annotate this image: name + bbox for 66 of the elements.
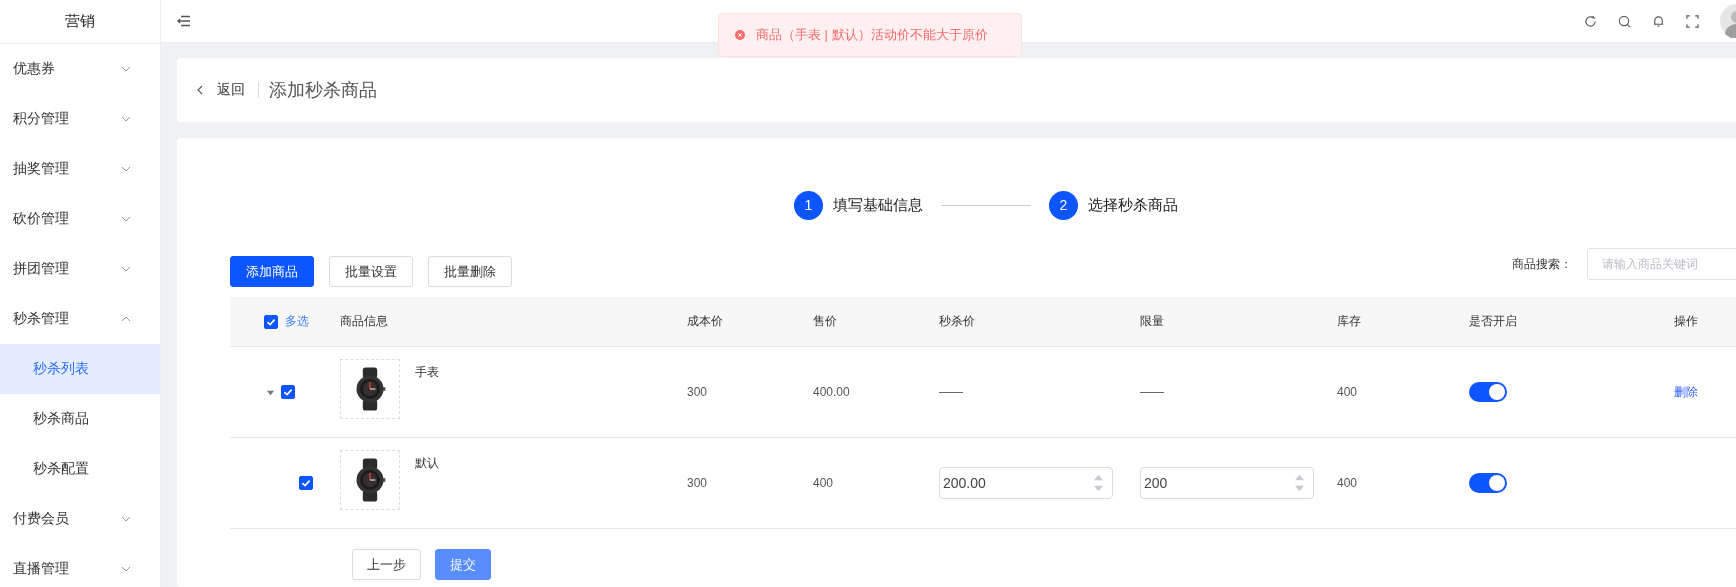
sidebar-item[interactable]: 秒杀管理 (0, 294, 160, 344)
column-header: 限量 (1140, 313, 1164, 330)
toolbar-button[interactable]: 添加商品 (230, 256, 314, 287)
toast-message: 商品（手表 | 默认）活动价不能大于原价 (756, 26, 988, 44)
chevron-down-icon (121, 66, 131, 72)
search-label: 商品搜索： (1512, 256, 1572, 273)
table-cell: 300 (687, 385, 708, 399)
select-all-label[interactable]: 多选 (285, 313, 309, 330)
delete-link[interactable]: 删除 (1674, 383, 1698, 401)
chevron-down-icon (121, 516, 131, 522)
error-icon (735, 30, 745, 40)
column-header: 操作 (1674, 313, 1698, 330)
table-cell: 400 (813, 476, 834, 490)
sidebar-subitem[interactable]: 秒杀配置 (0, 444, 160, 494)
column-header: 商品信息 (340, 313, 388, 330)
table-cell: 300 (687, 476, 708, 490)
sidebar-item[interactable]: 拼团管理 (0, 244, 160, 294)
step-label: 选择秒杀商品 (1088, 195, 1178, 215)
chevron-down-icon (121, 566, 131, 572)
previous-step-button[interactable]: 上一步 (352, 549, 421, 580)
table-cell: 400.00 (813, 385, 850, 399)
sidebar-item[interactable]: 积分管理 (0, 94, 160, 144)
chevron-down-icon (121, 216, 131, 222)
checkbox[interactable] (299, 476, 313, 490)
table-cell: 400 (1337, 476, 1358, 490)
column-header: 是否开启 (1469, 313, 1517, 330)
step-number: 1 (794, 190, 823, 220)
column-header: 秒杀价 (939, 313, 975, 330)
sidebar-item[interactable]: 优惠券 (0, 44, 160, 94)
price-input[interactable]: 200.00 (939, 467, 1113, 499)
refresh-icon[interactable] (1584, 14, 1597, 28)
step-number: 2 (1049, 190, 1078, 220)
column-header: 成本价 (687, 313, 723, 330)
sidebar-subitem[interactable]: 秒杀商品 (0, 394, 160, 444)
chevron-up-icon (121, 316, 131, 322)
checkbox[interactable] (281, 385, 295, 399)
limit-input[interactable]: 200 (1140, 467, 1314, 499)
sidebar-item[interactable]: 直播管理 (0, 544, 160, 587)
search-icon[interactable] (1618, 14, 1631, 28)
table-cell: 400 (1337, 385, 1358, 399)
toggle-switch[interactable] (1469, 473, 1507, 493)
bell-icon[interactable] (1652, 14, 1665, 28)
chevron-down-icon (121, 166, 131, 172)
step-label: 填写基础信息 (833, 195, 923, 215)
sidebar-item[interactable]: 砍价管理 (0, 194, 160, 244)
toolbar-button[interactable]: 批量删除 (428, 256, 512, 287)
fullscreen-icon[interactable] (1686, 14, 1699, 28)
checkbox[interactable] (264, 314, 278, 329)
page-title: 添加秒杀商品 (269, 79, 377, 102)
toggle-switch[interactable] (1469, 382, 1507, 402)
sku-name: 默认 (415, 455, 439, 472)
table-cell: —— (939, 385, 963, 399)
chevron-down-icon (121, 116, 131, 122)
search-field[interactable]: 请输入商品关键词 (1587, 248, 1736, 280)
sidebar-title: 营销 (0, 0, 160, 44)
chevron-down-icon (121, 266, 131, 272)
column-header: 库存 (1337, 313, 1361, 330)
back-link[interactable]: 返回 (217, 81, 245, 99)
column-header: 售价 (813, 313, 837, 330)
toolbar-button[interactable]: 批量设置 (329, 256, 413, 287)
sidebar-item[interactable]: 付费会员 (0, 494, 160, 544)
menu-fold-icon[interactable] (177, 15, 191, 27)
table-cell: —— (1140, 385, 1164, 399)
sidebar-item[interactable]: 抽奖管理 (0, 144, 160, 194)
product-name: 手表 (415, 364, 439, 381)
sidebar-subitem[interactable]: 秒杀列表 (0, 344, 160, 394)
